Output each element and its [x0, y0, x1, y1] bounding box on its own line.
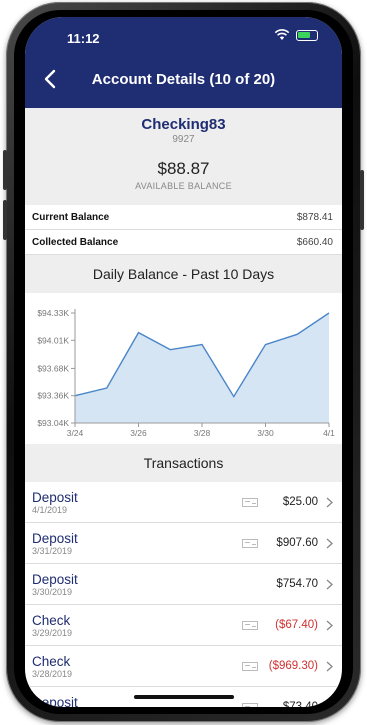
transaction-date: 3/30/2019: [32, 586, 73, 597]
chevron-right-icon: [326, 702, 333, 707]
transaction-row[interactable]: Deposit 4/1/2019 $25.00: [25, 482, 342, 523]
chart-y-tick-label: $93.36K: [37, 391, 69, 401]
chart-x-tick-label: 4/1: [323, 428, 335, 438]
transaction-info: Check 3/29/2019: [32, 613, 242, 638]
balance-label: Current Balance: [32, 211, 110, 223]
available-balance-label: AVAILABLE BALANCE: [135, 181, 232, 191]
account-header: Checking83 9927 $88.87 AVAILABLE BALANCE: [25, 108, 342, 205]
transactions-list: Deposit 4/1/2019 $25.00 Deposit 3/31/2019 $90…: [25, 482, 342, 707]
status-time: 11:12: [67, 31, 100, 46]
transaction-row[interactable]: Check 3/28/2019 ($969.30): [25, 646, 342, 687]
balance-value: $660.40: [296, 236, 333, 248]
chevron-right-icon: [326, 579, 333, 589]
transaction-type: Deposit: [32, 489, 78, 505]
transaction-date: 3/28/2019: [32, 668, 73, 679]
volume-down-button: [3, 200, 7, 240]
collected-balance-row: Collected Balance $660.40: [25, 230, 342, 255]
check-image-icon[interactable]: [242, 661, 258, 671]
chevron-right-icon: [326, 538, 333, 548]
transaction-row[interactable]: Check 3/29/2019 ($67.40): [25, 605, 342, 646]
transaction-date: 4/1/2019: [32, 504, 68, 515]
chart-y-tick-label: $93.04K: [37, 418, 69, 428]
available-balance: $88.87: [157, 159, 210, 178]
transaction-info: Deposit 3/31/2019: [32, 531, 242, 556]
transaction-info: Deposit 4/1/2019: [32, 490, 242, 515]
transaction-type: Deposit: [32, 530, 78, 546]
transaction-amount: ($67.40): [275, 619, 318, 631]
phone-screen: 11:12 Account Details (10 of 20) Checkin…: [25, 17, 342, 707]
check-image-icon[interactable]: [242, 538, 258, 548]
power-button: [360, 170, 364, 230]
transaction-info: Check 3/28/2019: [32, 654, 242, 679]
chevron-right-icon: [326, 497, 333, 507]
wifi-icon: [274, 29, 290, 40]
volume-up-button: [3, 150, 7, 190]
navigation-bar: 11:12 Account Details (10 of 20): [25, 17, 342, 108]
chevron-right-icon: [326, 661, 333, 671]
chart-x-tick-label: 3/30: [257, 428, 274, 438]
check-image-icon[interactable]: [242, 497, 258, 507]
transaction-amount: ($969.30): [268, 660, 318, 672]
transaction-date: 3/31/2019: [32, 545, 73, 556]
account-name: Checking83: [141, 116, 226, 133]
transaction-amount: $754.70: [276, 578, 318, 590]
current-balance-row: Current Balance $878.41: [25, 205, 342, 230]
transaction-amount: $73.40: [282, 701, 318, 707]
chart-x-tick-label: 3/28: [194, 428, 211, 438]
chart-x-tick-label: 3/24: [67, 428, 84, 438]
account-number: 9927: [172, 134, 195, 145]
transaction-type: Deposit: [32, 571, 78, 587]
check-image-icon[interactable]: [242, 620, 258, 630]
balance-chart-svg: $94.33K $94.01K $93.68K $93.36K $93.04K3/24 3…: [37, 308, 335, 438]
chevron-right-icon: [326, 620, 333, 630]
transaction-type: Check: [32, 612, 71, 628]
transaction-info: Deposit 3/30/2019: [32, 572, 268, 597]
transaction-row[interactable]: Deposit 3/31/2019 $907.60: [25, 523, 342, 564]
daily-balance-chart: $94.33K $94.01K $93.68K $93.36K $93.04K 3/24 3…: [25, 293, 342, 444]
chart-section-header: Daily Balance - Past 10 Days: [25, 255, 342, 293]
chart-y-tick-label: $94.33K: [37, 308, 69, 318]
transaction-row[interactable]: Deposit 3/30/2019 $754.70: [25, 564, 342, 605]
check-image-icon[interactable]: [242, 702, 258, 707]
chart-x-tick-label: 3/26: [130, 428, 147, 438]
chart-area-fill: [75, 313, 329, 423]
home-indicator: [134, 695, 234, 699]
transactions-section-header: Transactions: [25, 444, 342, 482]
balance-label: Collected Balance: [32, 236, 119, 248]
chart-y-tick-label: $94.01K: [37, 335, 69, 345]
transaction-amount: $907.60: [276, 537, 318, 549]
transaction-type: Check: [32, 653, 71, 669]
page-title: Account Details (10 of 20): [91, 71, 276, 88]
transaction-date: 3/29/2019: [32, 627, 73, 638]
chart-y-tick-label: $93.68K: [37, 363, 69, 373]
status-icons: [274, 29, 318, 41]
transaction-amount: $25.00: [282, 496, 318, 508]
balance-value: $878.41: [296, 211, 333, 223]
battery-icon: [296, 29, 318, 41]
